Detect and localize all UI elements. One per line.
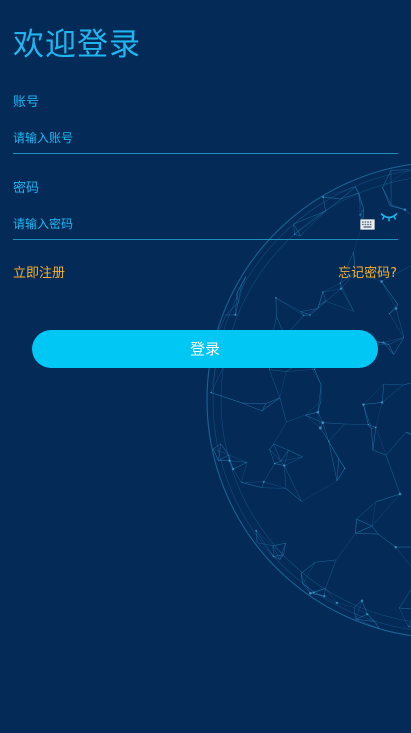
login-page: 欢迎登录 账号 密码 立即注册 忘 (0, 0, 411, 733)
password-field (13, 209, 398, 240)
login-button[interactable]: 登录 (32, 330, 378, 368)
account-field (13, 123, 398, 154)
eye-closed-icon[interactable] (380, 211, 398, 223)
keyboard-icon[interactable] (360, 219, 375, 230)
page-title: 欢迎登录 (13, 27, 141, 63)
register-link[interactable]: 立即注册 (13, 266, 65, 282)
account-input[interactable] (13, 127, 343, 149)
password-label: 密码 (13, 181, 40, 196)
password-input[interactable] (13, 213, 343, 235)
account-label: 账号 (13, 95, 40, 110)
forgot-password-link[interactable]: 忘记密码? (338, 266, 397, 282)
